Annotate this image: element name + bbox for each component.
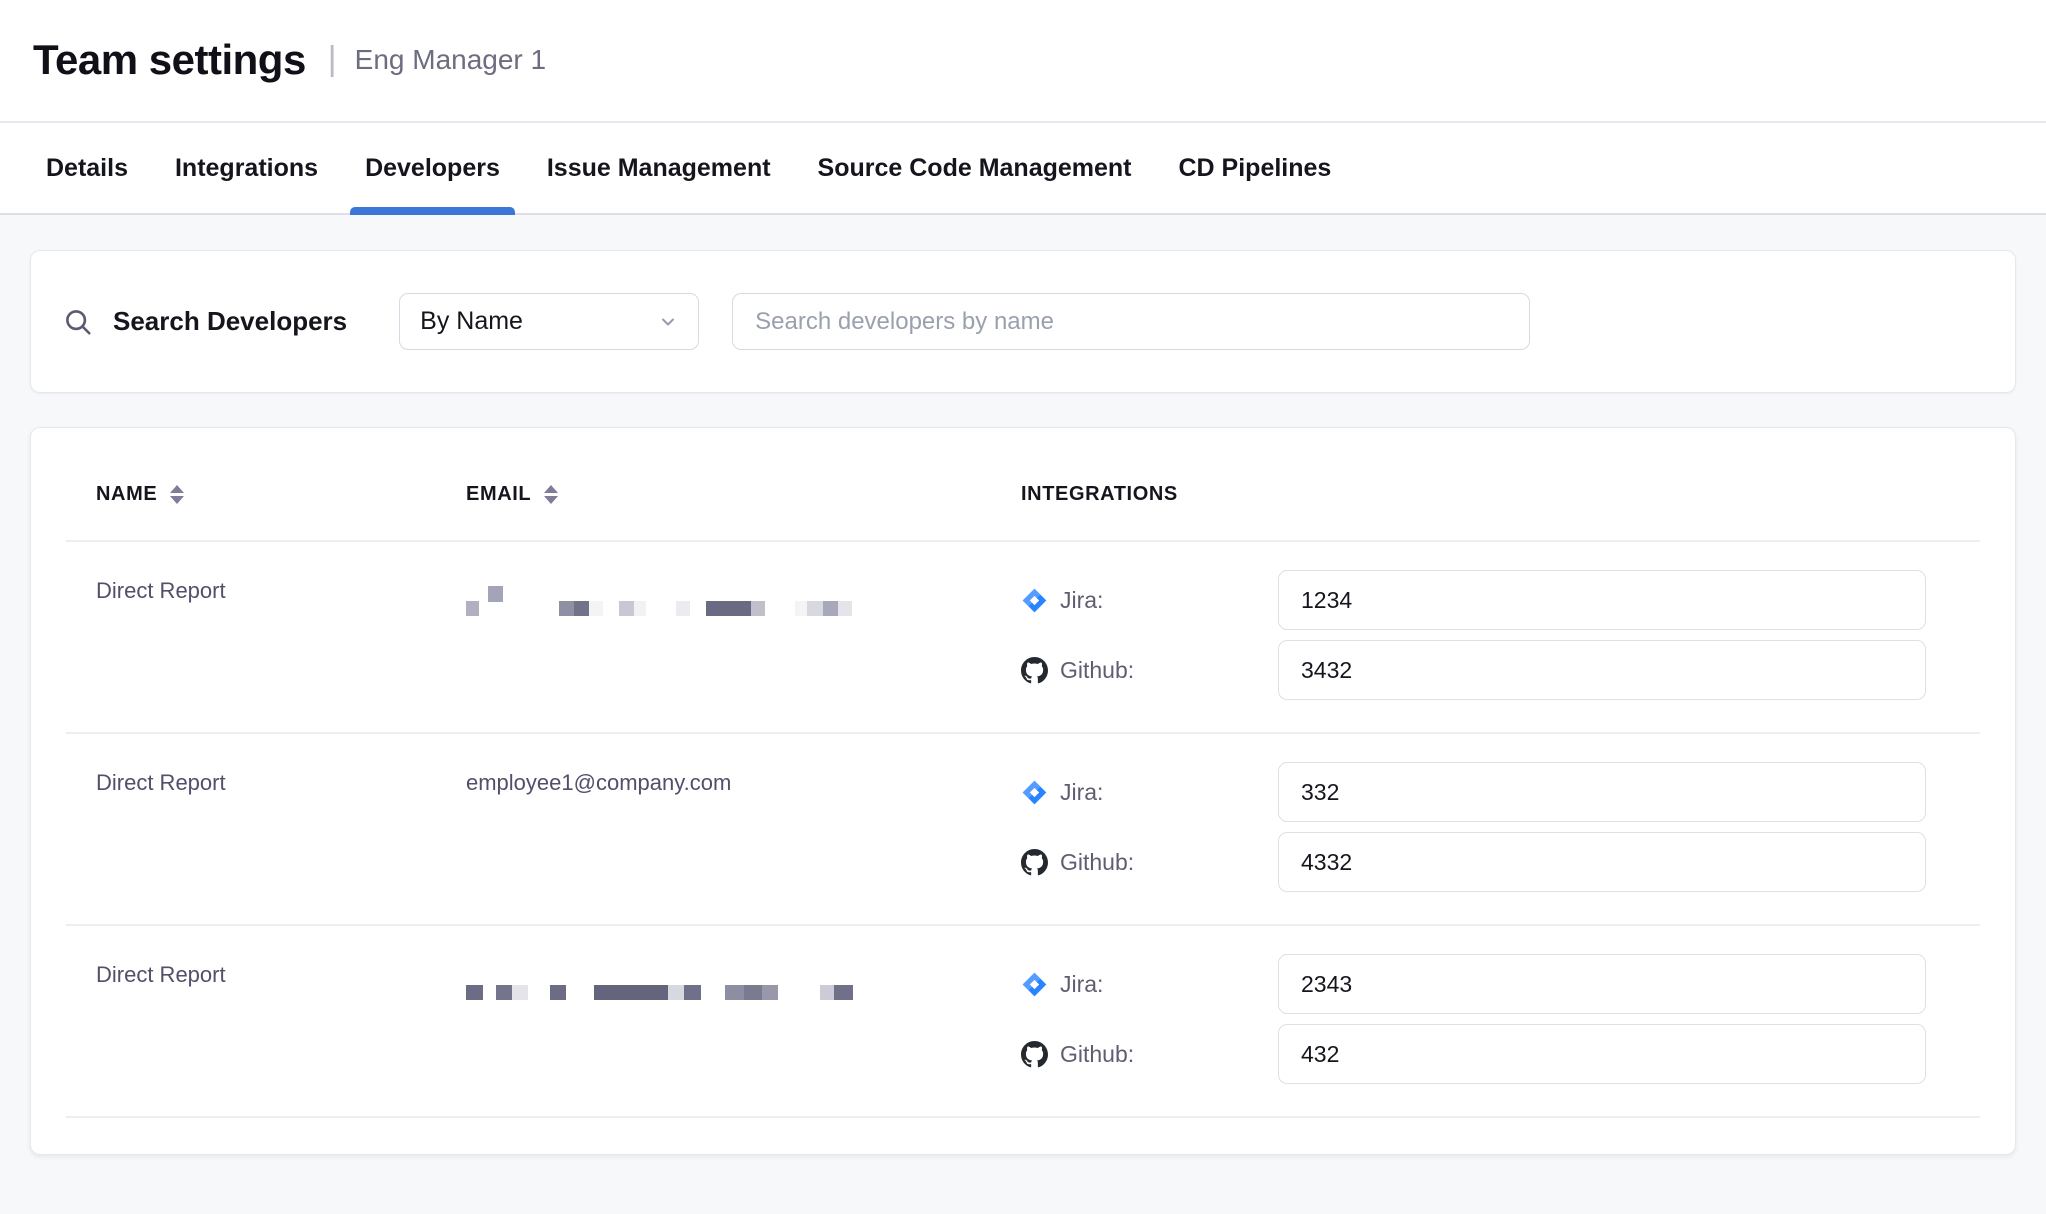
search-developers-label: Search Developers [113, 306, 347, 337]
table-row: Direct Report [31, 542, 2015, 732]
email-column-label: EMAIL [466, 483, 531, 506]
jira-label: Jira: [1060, 587, 1103, 614]
table-header-row: NAME EMAIL INTEGRATIONS [31, 428, 2015, 540]
developer-email: employee1@company.com [466, 762, 1021, 796]
search-panel: Search Developers By Name [30, 250, 2016, 393]
tab-cd-pipelines[interactable]: CD Pipelines [1164, 123, 1347, 213]
tab-integrations[interactable]: Integrations [160, 123, 333, 213]
search-filter-selected-value: By Name [420, 307, 523, 336]
jira-icon [1021, 779, 1048, 806]
jira-icon [1021, 587, 1048, 614]
jira-integration-row: Jira: [1021, 570, 1926, 630]
page-header: Team settings | Eng Manager 1 [0, 0, 2046, 123]
tab-developers[interactable]: Developers [350, 123, 515, 213]
jira-id-input[interactable] [1278, 954, 1926, 1014]
sort-asc-desc-icon[interactable] [170, 485, 184, 504]
github-integration-row: Github: [1021, 1024, 1926, 1084]
jira-label: Jira: [1060, 971, 1103, 998]
column-header-integrations: INTEGRATIONS [1021, 483, 2015, 506]
github-id-input[interactable] [1278, 832, 1926, 892]
tab-bar: Details Integrations Developers Issue Ma… [0, 123, 2046, 215]
sort-asc-desc-icon[interactable] [544, 485, 558, 504]
jira-icon [1021, 971, 1048, 998]
github-icon [1021, 1041, 1048, 1068]
table-divider [66, 1116, 1980, 1118]
github-icon [1021, 849, 1048, 876]
tab-issue-management[interactable]: Issue Management [532, 123, 786, 213]
integrations-column-label: INTEGRATIONS [1021, 483, 1178, 506]
search-input[interactable] [732, 293, 1530, 350]
github-label: Github: [1060, 849, 1134, 876]
tab-details[interactable]: Details [31, 123, 143, 213]
jira-id-input[interactable] [1278, 570, 1926, 630]
developer-name: Direct Report [96, 570, 466, 604]
github-integration-row: Github: [1021, 832, 1926, 892]
team-name: Eng Manager 1 [355, 44, 546, 76]
redacted-email [466, 954, 1021, 1000]
name-column-label: NAME [96, 483, 157, 506]
developer-name: Direct Report [96, 954, 466, 988]
github-label: Github: [1060, 657, 1134, 684]
column-header-name: NAME [96, 483, 466, 506]
table-row: Direct Report [31, 926, 2015, 1116]
developer-name: Direct Report [96, 762, 466, 796]
chevron-down-icon [658, 312, 678, 332]
tab-source-code-management[interactable]: Source Code Management [803, 123, 1147, 213]
jira-id-input[interactable] [1278, 762, 1926, 822]
github-id-input[interactable] [1278, 1024, 1926, 1084]
search-icon [63, 307, 93, 337]
jira-integration-row: Jira: [1021, 762, 1926, 822]
redacted-email [466, 570, 1021, 616]
developers-table: NAME EMAIL INTEGRATIONS Direct Report [30, 427, 2016, 1155]
title-separator: | [328, 40, 337, 79]
page-title: Team settings [33, 36, 306, 84]
jira-label: Jira: [1060, 779, 1103, 806]
search-filter-select[interactable]: By Name [399, 293, 699, 350]
github-integration-row: Github: [1021, 640, 1926, 700]
github-id-input[interactable] [1278, 640, 1926, 700]
main-content: Search Developers By Name NAME EMAIL INT… [0, 215, 2046, 1155]
table-row: Direct Report employee1@company.com Jira… [31, 734, 2015, 924]
jira-integration-row: Jira: [1021, 954, 1926, 1014]
github-label: Github: [1060, 1041, 1134, 1068]
column-header-email: EMAIL [466, 483, 1021, 506]
github-icon [1021, 657, 1048, 684]
